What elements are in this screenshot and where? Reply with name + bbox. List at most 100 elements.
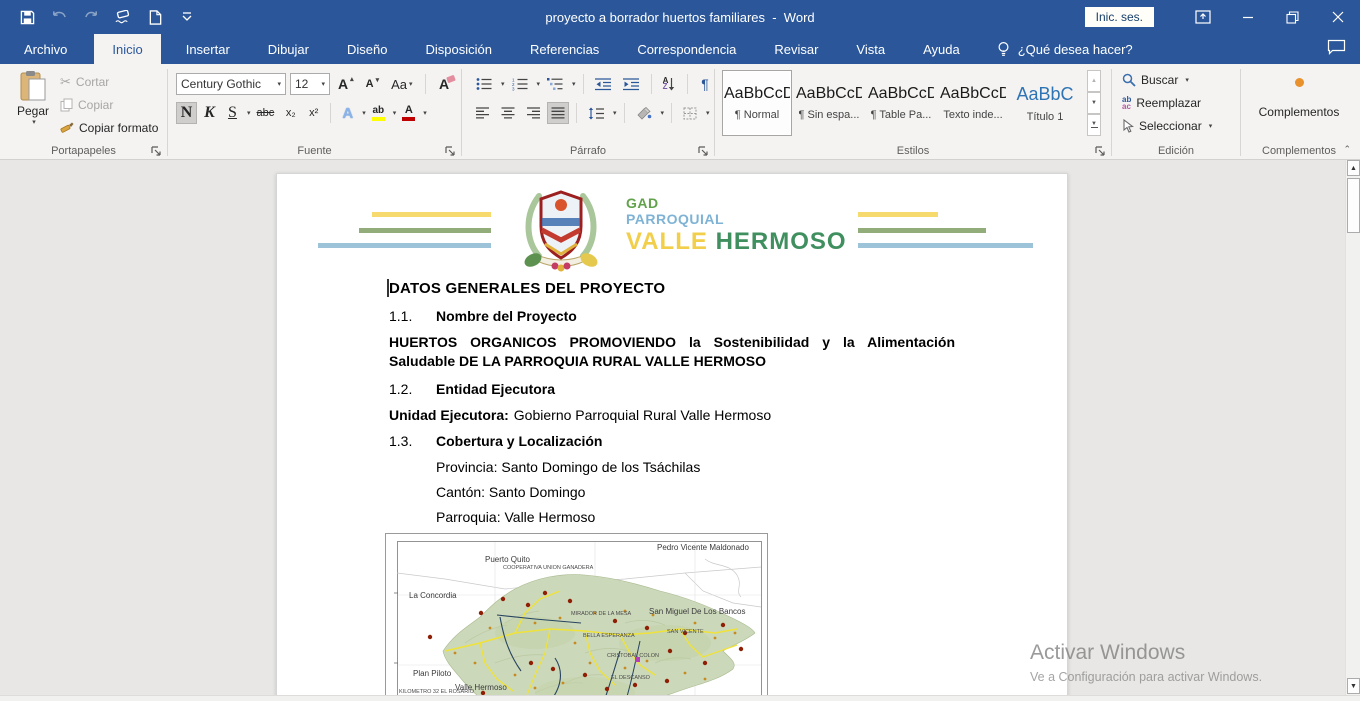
line-spacing-button[interactable] bbox=[584, 102, 608, 124]
tab-dibujar[interactable]: Dibujar bbox=[254, 34, 323, 64]
align-right-button[interactable] bbox=[522, 102, 544, 124]
multilevel-dropdown-icon[interactable]: ▾ bbox=[572, 80, 576, 88]
highlight-button[interactable]: ab bbox=[368, 102, 389, 124]
shading-dropdown-icon[interactable]: ▾ bbox=[661, 109, 665, 117]
tab-insertar[interactable]: Insertar bbox=[172, 34, 244, 64]
copy-button[interactable]: Copiar bbox=[60, 96, 158, 114]
find-button[interactable]: Buscar ▾ bbox=[1122, 71, 1212, 88]
paragraph-dialog-launcher-icon[interactable] bbox=[698, 144, 710, 156]
font-color-dropdown-icon[interactable]: ▾ bbox=[423, 109, 427, 117]
bold-button[interactable]: N bbox=[176, 102, 197, 124]
shading-button[interactable] bbox=[632, 102, 656, 124]
section-1-2[interactable]: 1.2. Entidad Ejecutora bbox=[389, 380, 955, 398]
show-marks-button[interactable]: ¶ bbox=[695, 73, 716, 95]
clear-formatting-button[interactable]: A bbox=[434, 73, 455, 95]
styles-gallery-more-icon[interactable]: ▼ bbox=[1087, 114, 1101, 136]
superscript-button[interactable]: x² bbox=[303, 102, 324, 124]
scrollbar-thumb[interactable] bbox=[1347, 178, 1360, 233]
font-color-bar bbox=[402, 117, 415, 121]
tab-referencias[interactable]: Referencias bbox=[516, 34, 613, 64]
highlight-dropdown-icon[interactable]: ▾ bbox=[393, 109, 397, 117]
bullets-dropdown-icon[interactable]: ▾ bbox=[501, 80, 505, 88]
numbering-dropdown-icon[interactable]: ▾ bbox=[537, 80, 541, 88]
numbering-button[interactable]: 123 bbox=[508, 73, 532, 95]
styles-scroll-down-icon[interactable]: ▼ bbox=[1087, 92, 1101, 114]
align-left-button[interactable] bbox=[472, 102, 494, 124]
minimize-button[interactable] bbox=[1225, 0, 1270, 34]
align-center-button[interactable] bbox=[497, 102, 519, 124]
text-effects-dropdown-icon[interactable]: ▾ bbox=[362, 109, 366, 117]
scroll-down-icon[interactable]: ▼ bbox=[1347, 678, 1360, 694]
tell-me-box[interactable]: ¿Qué desea hacer? bbox=[997, 34, 1133, 64]
format-painter-button[interactable]: Copiar formato bbox=[60, 119, 158, 137]
save-icon[interactable] bbox=[18, 8, 36, 26]
decrease-indent-button[interactable] bbox=[591, 73, 616, 95]
restore-button[interactable] bbox=[1270, 0, 1315, 34]
change-case-button[interactable]: Aa▾ bbox=[387, 73, 416, 95]
multilevel-list-button[interactable] bbox=[543, 73, 567, 95]
font-name-combo[interactable]: Century Gothic▾ bbox=[176, 73, 286, 95]
tab-revisar[interactable]: Revisar bbox=[760, 34, 832, 64]
section-1-3[interactable]: 1.3. Cobertura y Localización bbox=[389, 432, 955, 450]
cut-button[interactable]: ✂ Cortar bbox=[60, 73, 158, 91]
style-texto-independiente[interactable]: AaBbCcDd Texto inde... bbox=[938, 70, 1008, 136]
font-dialog-launcher-icon[interactable] bbox=[445, 144, 457, 156]
strikethrough-button[interactable]: abc bbox=[253, 102, 279, 124]
underline-button[interactable]: S bbox=[222, 102, 243, 124]
replace-button[interactable]: abac Reemplazar bbox=[1122, 94, 1212, 111]
scroll-up-icon[interactable]: ▲ bbox=[1347, 160, 1360, 176]
tab-disposicion[interactable]: Disposición bbox=[411, 34, 505, 64]
sort-button[interactable]: AZ bbox=[659, 73, 680, 95]
tab-inicio[interactable]: Inicio bbox=[94, 34, 160, 64]
styles-dialog-launcher-icon[interactable] bbox=[1095, 144, 1107, 156]
styles-scroll-up-icon[interactable]: ▲ bbox=[1087, 70, 1101, 92]
close-button[interactable] bbox=[1315, 0, 1360, 34]
province-line[interactable]: Provincia: Santo Domingo de los Tsáchila… bbox=[389, 458, 955, 476]
draw-tool-icon[interactable] bbox=[114, 8, 132, 26]
paste-button[interactable]: Pegar ▾ bbox=[10, 70, 56, 140]
executing-unit-line[interactable]: Unidad Ejecutora:Gobierno Parroquial Rur… bbox=[389, 406, 955, 424]
underline-dropdown-icon[interactable]: ▾ bbox=[247, 109, 251, 117]
clipboard-dialog-launcher-icon[interactable] bbox=[151, 144, 163, 156]
tab-ayuda[interactable]: Ayuda bbox=[909, 34, 974, 64]
bullets-button[interactable] bbox=[472, 73, 496, 95]
vertical-scrollbar[interactable]: ▲ ▼ bbox=[1345, 160, 1360, 695]
italic-button[interactable]: K bbox=[199, 102, 220, 124]
tab-archivo[interactable]: Archivo bbox=[8, 34, 83, 64]
line-spacing-dropdown-icon[interactable]: ▾ bbox=[613, 109, 617, 117]
borders-dropdown-icon[interactable]: ▾ bbox=[706, 109, 710, 117]
grow-font-button[interactable]: A▴ bbox=[334, 73, 358, 95]
document-page[interactable]: GAD PARROQUIAL VALLE HERMOSO DATOS GENER… bbox=[276, 173, 1068, 695]
tab-vista[interactable]: Vista bbox=[842, 34, 899, 64]
collapse-ribbon-icon[interactable]: ⌃ bbox=[1343, 144, 1351, 155]
addins-button[interactable]: Complementos bbox=[1241, 78, 1357, 119]
section-1-1[interactable]: 1.1. Nombre del Proyecto bbox=[389, 307, 955, 325]
customize-qat-icon[interactable] bbox=[178, 8, 196, 26]
ribbon-display-options-icon[interactable] bbox=[1180, 0, 1225, 34]
subscript-button[interactable]: x₂ bbox=[280, 102, 301, 124]
parish-line[interactable]: Parroquia: Valle Hermoso bbox=[389, 508, 955, 526]
tab-diseno[interactable]: Diseño bbox=[333, 34, 401, 64]
increase-indent-button[interactable] bbox=[619, 73, 644, 95]
feedback-icon[interactable] bbox=[1327, 39, 1346, 60]
style-table-paragraph[interactable]: AaBbCcD ¶ Table Pa... bbox=[866, 70, 936, 136]
canton-line[interactable]: Cantón: Santo Domingo bbox=[389, 483, 955, 501]
new-document-icon[interactable] bbox=[146, 8, 164, 26]
select-button[interactable]: Seleccionar ▾ bbox=[1122, 117, 1212, 134]
sign-in-button[interactable]: Inic. ses. bbox=[1085, 7, 1154, 27]
style-titulo-1[interactable]: AaBbC Título 1 bbox=[1010, 70, 1080, 136]
map-image[interactable]: Puerto Quito Pedro Vicente Maldonado La … bbox=[385, 533, 768, 695]
doc-heading[interactable]: DATOS GENERALES DEL PROYECTO bbox=[389, 279, 955, 298]
font-size-combo[interactable]: 12▾ bbox=[290, 73, 330, 95]
borders-button[interactable] bbox=[679, 102, 701, 124]
logo-image[interactable]: GAD PARROQUIAL VALLE HERMOSO bbox=[277, 174, 1067, 274]
shrink-font-button[interactable]: A▾ bbox=[362, 73, 383, 95]
style-normal[interactable]: AaBbCcD ¶ Normal bbox=[722, 70, 792, 136]
tab-correspondencia[interactable]: Correspondencia bbox=[623, 34, 750, 64]
justify-button[interactable] bbox=[547, 102, 569, 124]
text-effects-button[interactable]: A bbox=[337, 102, 358, 124]
font-color-button[interactable]: A bbox=[398, 102, 419, 124]
style-no-spacing[interactable]: AaBbCcD ¶ Sin espa... bbox=[794, 70, 864, 136]
horizontal-scrollbar[interactable] bbox=[0, 695, 1360, 701]
project-name-paragraph[interactable]: HUERTOS ORGANICOS PROMOVIENDO la Sosteni… bbox=[389, 333, 955, 370]
